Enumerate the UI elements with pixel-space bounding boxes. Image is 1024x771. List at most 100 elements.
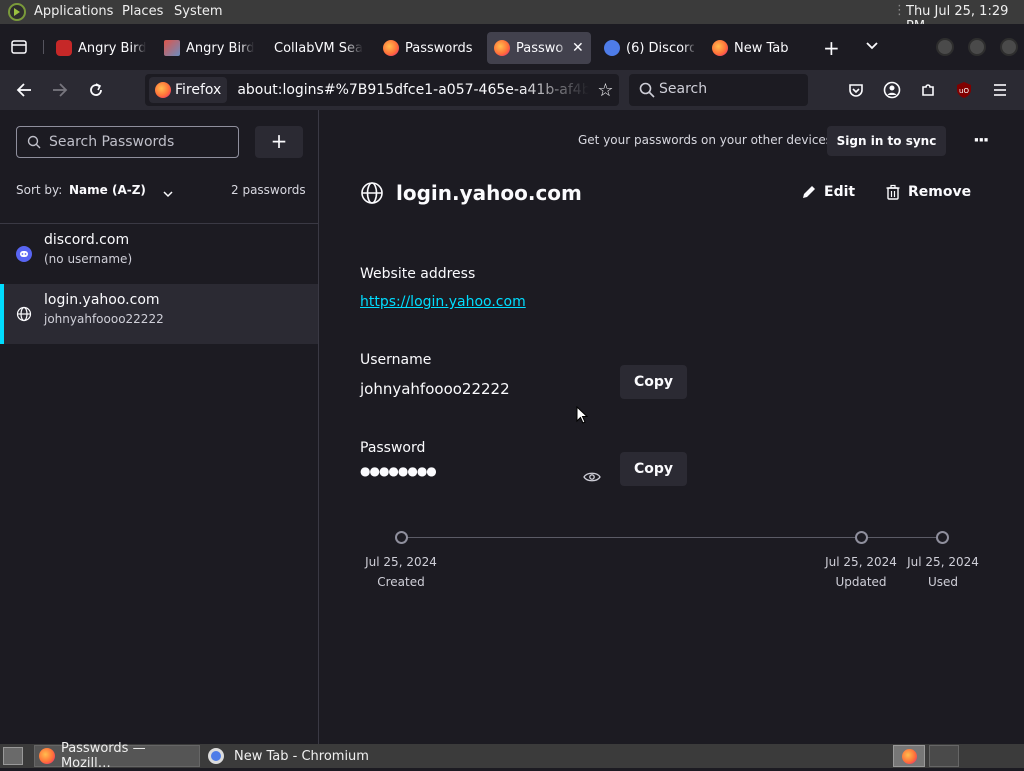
angry-birds-icon [56,40,72,56]
login-site-title: login.yahoo.com [396,181,582,205]
timeline-dot-created [395,531,408,544]
firefox-icon [494,40,510,56]
login-username: (no username) [44,252,133,266]
remove-button[interactable]: Remove [908,184,971,200]
bookmark-star-icon[interactable]: ☆ [597,80,613,101]
timeline-dot-used [936,531,949,544]
copy-username-button[interactable]: Copy [620,365,687,399]
website-address-label: Website address [360,266,476,282]
timeline-dot-updated [855,531,868,544]
extensions-puzzle-icon[interactable] [916,78,940,102]
taskbar-item-chromium[interactable]: New Tab - Chromium [204,745,374,767]
list-all-tabs-chevron-icon[interactable] [865,38,879,57]
chevron-down-icon[interactable] [162,185,174,204]
navigation-toolbar: Firefox about:logins#%7B915dfce1-a057-46… [0,70,1024,110]
sort-label: Sort by: [16,183,63,197]
login-list-item-discord[interactable]: discord.com (no username) [0,224,318,284]
firefox-icon [902,749,917,764]
tab-new-tab[interactable]: New Tab [712,32,802,64]
create-login-button[interactable]: + [255,126,303,158]
tab-label: CollabVM Sea [274,40,363,56]
firefox-icon [712,40,728,56]
close-tab-icon[interactable]: ✕ [572,40,584,56]
identity-box[interactable]: Firefox [149,77,228,103]
pencil-icon[interactable] [801,184,817,204]
sign-in-to-sync-button[interactable]: Sign in to sync [827,126,946,156]
workspace-2[interactable] [929,745,959,767]
angry-birds-game-icon [164,40,180,56]
window-minimize-button[interactable] [936,38,954,56]
system-top-panel: Applications Places System ⋮ Thu Jul 25,… [0,0,1024,34]
password-value[interactable]: ●●●●●●●● [360,464,437,478]
menu-places[interactable]: Places [122,4,163,19]
url-text[interactable]: about:logins#%7B915dfce1-a057-465e-a41b-… [237,82,589,98]
login-count: 2 passwords [231,183,306,197]
firefox-icon [155,82,171,98]
tab-passwords[interactable]: Passwords [383,32,483,64]
username-label: Username [360,352,432,368]
window-close-button[interactable] [1000,38,1018,56]
created-label: Created [377,575,425,589]
trash-icon[interactable] [885,184,901,204]
tab-strip: Angry Bird Angry Bird CollabVM Sea Passw… [0,24,1024,70]
search-passwords-input[interactable]: Search Passwords [16,126,239,158]
tab-divider [43,40,44,54]
more-options-icon[interactable]: ··· [973,130,989,151]
tab-label: Passwords [405,40,473,56]
search-passwords-placeholder: Search Passwords [49,134,175,150]
website-address-link[interactable]: https://login.yahoo.com [360,294,526,310]
used-date: Jul 25, 2024 [907,555,979,569]
tab-label: New Tab [734,40,789,56]
search-placeholder: Search [659,81,708,97]
globe-icon [16,306,32,326]
password-label: Password [360,440,426,456]
window-maximize-button[interactable] [968,38,986,56]
updated-label: Updated [835,575,887,589]
firefox-icon [383,40,399,56]
tab-discord[interactable]: (6) Discord [604,32,694,64]
discord-icon [16,246,32,262]
chromium-icon [208,748,224,764]
chromium-icon [604,40,620,56]
taskbar-item-firefox[interactable]: Passwords — Mozill… [34,741,200,771]
tab-label: Angry Bird [186,40,254,56]
show-desktop-icon[interactable] [3,747,23,765]
pocket-icon[interactable] [844,78,868,102]
reload-icon[interactable] [84,78,108,102]
login-title: login.yahoo.com [44,292,160,308]
login-list-item-yahoo[interactable]: login.yahoo.com johnyahfoooo22222 [0,284,318,344]
ublock-origin-icon[interactable]: uO [952,78,976,102]
tab-passwords-active[interactable]: Passwo ✕ [487,32,591,64]
firefox-icon [39,748,55,764]
taskbar-item-label: New Tab - Chromium [234,748,369,764]
tab-angry-birds-1[interactable]: Angry Bird [56,32,146,64]
tab-label: Angry Bird [78,40,146,56]
firefox-view-icon[interactable] [10,38,28,60]
tab-collabvm[interactable]: CollabVM Sea [274,32,364,64]
back-arrow-icon[interactable] [12,78,36,102]
taskbar-item-label: Passwords — Mozill… [60,741,146,771]
account-icon[interactable] [880,78,904,102]
tab-angry-birds-2[interactable]: Angry Bird [164,32,254,64]
search-icon [27,135,41,153]
reveal-password-eye-icon[interactable] [583,469,601,488]
selected-indicator [0,284,4,344]
sort-select[interactable]: Name (A-Z) [69,183,146,197]
gnome-foot-icon[interactable] [8,3,26,25]
username-value[interactable]: johnyahfoooo22222 [360,380,510,398]
menu-system[interactable]: System [174,4,222,19]
updated-date: Jul 25, 2024 [825,555,897,569]
new-tab-plus-icon[interactable]: + [823,36,840,60]
menu-applications[interactable]: Applications [34,4,113,19]
search-bar[interactable]: Search [629,74,808,106]
url-bar[interactable]: Firefox about:logins#%7B915dfce1-a057-46… [145,74,619,106]
edit-button[interactable]: Edit [824,184,855,200]
tab-label: (6) Discord [626,40,694,56]
login-detail-panel: Get your passwords on your other devices… [320,110,1024,744]
globe-icon [360,181,384,209]
copy-password-button[interactable]: Copy [620,452,687,486]
workspace-switcher[interactable] [893,745,925,767]
forward-arrow-icon[interactable] [48,78,72,102]
svg-text:uO: uO [959,87,969,95]
hamburger-menu-icon[interactable] [988,78,1012,102]
